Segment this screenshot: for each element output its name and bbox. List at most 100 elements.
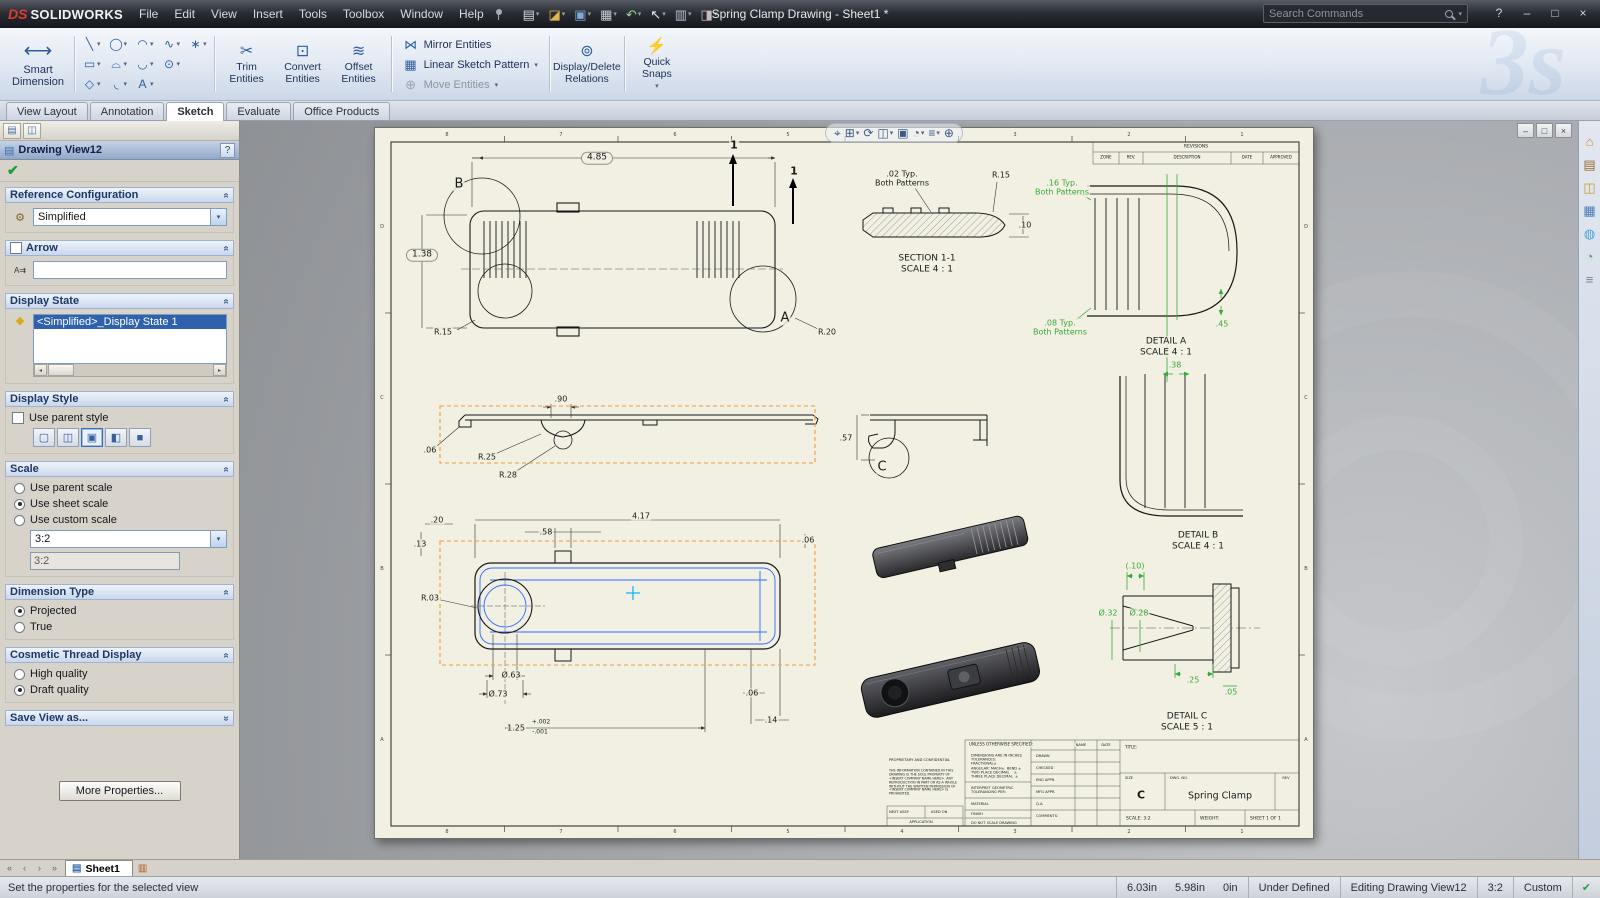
display-delete-relations-button[interactable]: ⊚ Display/Delete Relations <box>553 31 621 97</box>
document-minimize-button[interactable]: – <box>1517 123 1534 138</box>
property-manager-tab-icon[interactable]: ◫ <box>23 122 41 139</box>
cosmetic-thread-radio-high-quality[interactable] <box>14 668 25 680</box>
print-button[interactable]: ▦ ▾ <box>597 6 620 23</box>
wireframe-style-button[interactable]: ▢ <box>33 428 55 447</box>
dropdown-caret-icon[interactable]: ▾ <box>856 130 860 137</box>
open-document-button[interactable]: ◪ ▾ <box>545 6 568 23</box>
collapse-chevron-icon[interactable]: » <box>221 245 232 251</box>
menu-window[interactable]: Window <box>392 3 451 25</box>
tab-sketch[interactable]: Sketch <box>166 102 225 121</box>
zoom-to-fit-button[interactable]: ⌖ <box>834 127 841 139</box>
display-style-button[interactable]: ◫ ▾ <box>877 127 893 139</box>
scale-header[interactable]: Scale » <box>5 461 234 477</box>
dimension-type-radio-projected[interactable] <box>14 605 25 617</box>
select-button[interactable]: ↖ ▾ <box>647 6 668 23</box>
hide-show-items-button[interactable]: ≡ ▾ <box>928 127 940 139</box>
dropdown-caret-icon[interactable]: ▾ <box>662 10 666 18</box>
new-document-button[interactable]: ▤ ▾ <box>520 6 543 23</box>
ellipse-tool-button[interactable]: ⊙ ▾ <box>159 54 184 74</box>
shaded-view-top[interactable] <box>871 515 1030 586</box>
collapse-chevron-icon[interactable]: » <box>221 298 232 304</box>
dimension-type-radio-true[interactable] <box>14 621 25 633</box>
command-search[interactable]: ▾ <box>1263 4 1468 23</box>
last-sheet-button[interactable]: » <box>47 861 62 875</box>
display-state-list[interactable]: <Simplified>_Display State 1 <box>33 314 227 364</box>
dropdown-caret-icon[interactable]: ▾ <box>613 10 617 18</box>
dropdown-caret-icon[interactable]: ▾ <box>203 40 207 48</box>
dropdown-caret-icon[interactable]: ▾ <box>97 40 101 48</box>
custom-properties-icon[interactable]: ≡ <box>1586 273 1594 286</box>
rotate-view-button[interactable]: ⟳ <box>863 127 873 139</box>
cosmetic-thread-header[interactable]: Cosmetic Thread Display » <box>5 647 234 663</box>
dropdown-caret-icon[interactable]: ▾ <box>150 60 154 68</box>
reference-configuration-header[interactable]: Reference Configuration » <box>5 187 234 203</box>
dropdown-caret-icon[interactable]: ▾ <box>177 60 181 68</box>
revision-table[interactable] <box>1092 141 1300 165</box>
close-button[interactable]: × <box>1570 3 1596 23</box>
hidden-lines-removed-style-button[interactable]: ▣ <box>81 428 103 447</box>
dropdown-caret-icon[interactable]: ▾ <box>177 40 181 48</box>
convert-entities-button[interactable]: ⊡ Convert Entities <box>275 31 331 97</box>
more-properties-button[interactable]: More Properties... <box>58 781 181 801</box>
drawing-sheet[interactable]: 4.85 1.38 B A R.15 R.20 1 1.02 Typ. Both Patter… <box>374 127 1314 839</box>
dropdown-caret-icon[interactable]: ▾ <box>124 40 128 48</box>
dropdown-caret-icon[interactable]: ▾ <box>588 10 592 18</box>
scene-illumination-icon[interactable]: ◔ <box>1586 250 1594 263</box>
scale-radio-use-custom-scale[interactable] <box>14 514 25 526</box>
document-close-button[interactable]: × <box>1555 123 1572 138</box>
scrollbar-thumb[interactable] <box>48 364 74 376</box>
dropdown-caret-icon[interactable]: ▾ <box>150 40 154 48</box>
offset-entities-button[interactable]: ≋ Offset Entities <box>331 31 387 97</box>
scale-combo[interactable]: 3:2 ▾ <box>30 530 227 548</box>
mirror-entities-button[interactable]: ⋈ Mirror Entities <box>398 35 543 55</box>
appearances-icon[interactable]: ◍ <box>1584 227 1595 240</box>
search-icon[interactable] <box>1445 9 1454 18</box>
title-block[interactable] <box>886 739 1300 827</box>
menu-pin-icon[interactable] <box>495 9 502 20</box>
combo-arrow-icon[interactable]: ▾ <box>210 209 226 225</box>
display-style-header[interactable]: Display Style » <box>5 391 234 407</box>
trim-entities-button[interactable]: ✂ Trim Entities <box>219 31 275 97</box>
linear-sketch-pattern-button[interactable]: ▦ Linear Sketch Pattern ▾ <box>398 55 543 75</box>
detail-c-view[interactable] <box>1110 572 1260 687</box>
c-detail-source-view[interactable] <box>856 414 988 479</box>
scale-radio-use-parent-scale[interactable] <box>14 482 25 494</box>
dropdown-caret-icon[interactable]: ▾ <box>124 60 128 68</box>
help-button[interactable]: ? <box>1486 3 1512 23</box>
dropdown-caret-icon[interactable]: ▾ <box>97 80 101 88</box>
use-parent-style-checkbox[interactable] <box>12 412 24 424</box>
front-view-selected[interactable] <box>420 519 816 732</box>
menu-tools[interactable]: Tools <box>291 3 335 25</box>
zoom-to-area-button[interactable]: ⊞ ▾ <box>845 127 860 139</box>
quick-snaps-button[interactable]: ⚡ Quick Snaps ▾ <box>629 31 685 97</box>
point-tool-button[interactable]: ∗ ▾ <box>185 34 210 54</box>
scale-radio-use-sheet-scale[interactable] <box>14 498 25 510</box>
menu-toolbox[interactable]: Toolbox <box>335 3 392 25</box>
smart-dimension-button[interactable]: ⟷ Smart Dimension <box>6 31 70 97</box>
display-state-hscrollbar[interactable]: ◂ ▸ <box>33 364 227 377</box>
dropdown-caret-icon[interactable]: ▾ <box>562 10 566 18</box>
display-state-item[interactable]: <Simplified>_Display State 1 <box>34 315 226 329</box>
ok-confirm-button[interactable]: ✔ <box>7 162 19 179</box>
menu-insert[interactable]: Insert <box>245 3 291 25</box>
first-sheet-button[interactable]: « <box>2 861 17 875</box>
dropdown-caret-icon[interactable]: ▾ <box>921 130 925 137</box>
arrow-header[interactable]: Arrow » <box>5 240 234 256</box>
circle-tool-button[interactable]: ◯ ▾ <box>106 34 131 54</box>
dropdown-caret-icon[interactable]: ▾ <box>150 80 154 88</box>
file-explorer-icon[interactable]: ◫ <box>1583 181 1595 194</box>
dropdown-caret-icon[interactable]: ▾ <box>534 61 538 69</box>
feature-manager-tab-icon[interactable]: ▤ <box>3 122 21 139</box>
top-view[interactable] <box>421 154 819 337</box>
tab-evaluate[interactable]: Evaluate <box>226 102 292 120</box>
shaded-with-edges-style-button[interactable]: ◧ <box>105 428 127 447</box>
dropdown-caret-icon[interactable]: ▾ <box>495 81 499 89</box>
solidworks-resources-icon[interactable]: ⌂ <box>1586 135 1594 148</box>
view-orientation-button[interactable]: ◔ ▾ <box>913 127 925 139</box>
polygon-tool-button[interactable]: ◇ ▾ <box>79 74 104 94</box>
add-sheet-icon[interactable]: ▥ <box>138 863 147 874</box>
menu-view[interactable]: View <box>203 3 245 25</box>
dimension-type-header[interactable]: Dimension Type » <box>5 584 234 600</box>
collapse-chevron-icon[interactable]: » <box>221 396 232 402</box>
dropdown-caret-icon[interactable]: ▾ <box>124 80 128 88</box>
